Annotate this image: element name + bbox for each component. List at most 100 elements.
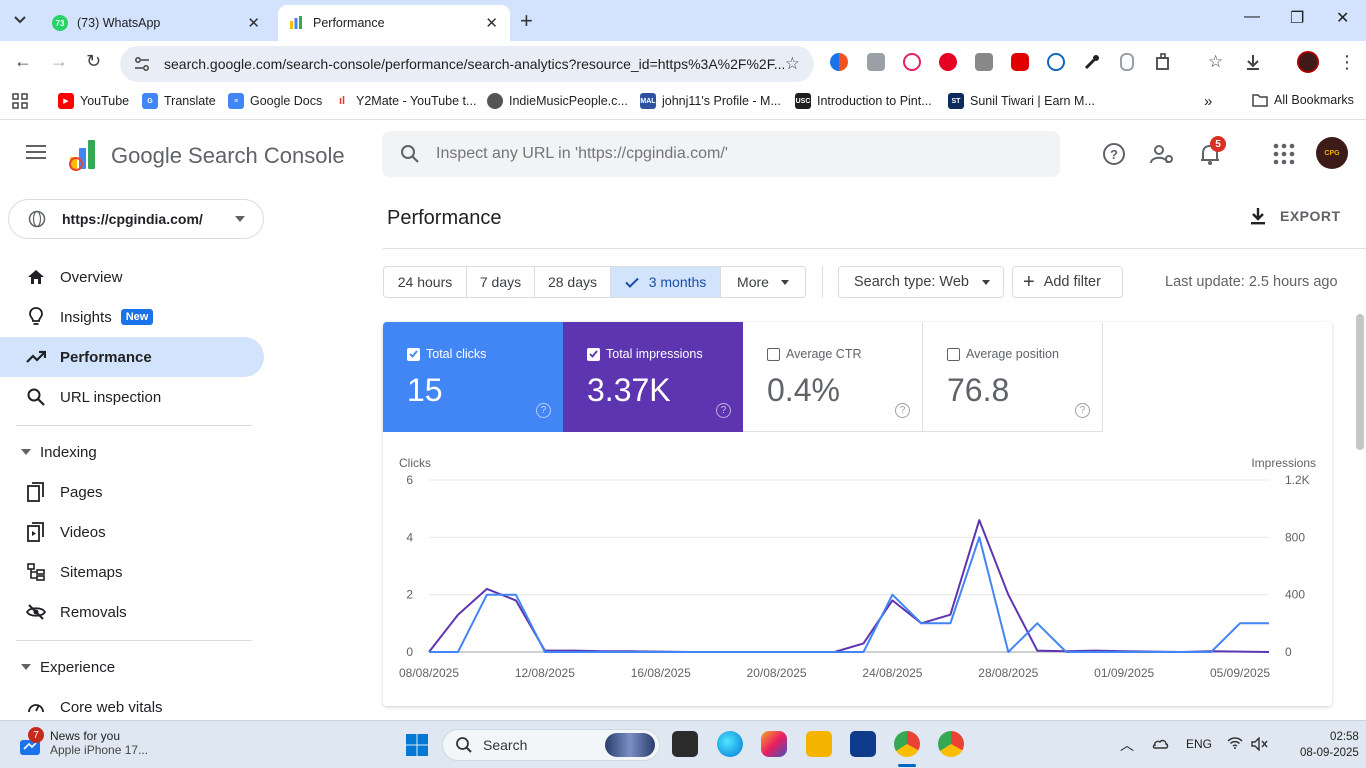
extension-icon[interactable] xyxy=(1120,53,1134,71)
edge-icon[interactable] xyxy=(717,731,743,757)
onedrive-icon[interactable] xyxy=(1151,737,1169,752)
help-icon[interactable]: ? xyxy=(1101,141,1127,167)
help-icon[interactable]: ? xyxy=(895,403,910,418)
back-icon[interactable]: ← xyxy=(14,51,32,72)
close-tab-icon[interactable]: ✕ xyxy=(485,14,498,32)
language-indicator[interactable]: ENG xyxy=(1186,737,1212,751)
add-filter-button[interactable]: + Add filter xyxy=(1012,266,1123,298)
y-tick-right: 800 xyxy=(1285,530,1305,544)
bookmark-intro-pinterest[interactable]: USC Introduction to Pint... xyxy=(795,93,932,109)
tab-performance[interactable]: Performance ✕ xyxy=(278,5,510,41)
close-tab-icon[interactable]: ✕ xyxy=(247,14,260,32)
bookmark-translate[interactable]: G Translate xyxy=(142,93,216,109)
reading-list-icon[interactable]: ☆ xyxy=(1208,53,1226,71)
range-28-days[interactable]: 28 days xyxy=(535,267,611,297)
forward-icon[interactable]: → xyxy=(50,51,68,72)
checkbox-checked-icon[interactable] xyxy=(587,347,600,361)
bookmark-star-icon[interactable]: ☆ xyxy=(785,54,800,74)
more-bookmarks-icon[interactable]: » xyxy=(1204,93,1212,110)
reload-icon[interactable]: ↻ xyxy=(86,51,101,72)
export-button[interactable]: EXPORT xyxy=(1250,207,1341,225)
address-bar[interactable]: search.google.com/search-console/perform… xyxy=(120,46,814,82)
range-24-hours[interactable]: 24 hours xyxy=(384,267,467,297)
nav-url-inspection[interactable]: URL inspection xyxy=(0,377,264,417)
manage-users-icon[interactable] xyxy=(1149,141,1175,167)
clock-extension-icon[interactable] xyxy=(903,53,921,71)
gsc-header: Google Search Console ? xyxy=(0,121,1366,187)
section-indexing[interactable]: Indexing xyxy=(0,437,260,467)
file-explorer-icon[interactable] xyxy=(806,731,832,757)
nav-insights[interactable]: Insights New xyxy=(0,297,264,337)
metric-average-position[interactable]: Average position 76.8 ? xyxy=(923,322,1103,432)
wifi-icon[interactable] xyxy=(1227,737,1243,752)
bookmark-indiemusicpeople[interactable]: IndieMusicPeople.c... xyxy=(487,93,628,109)
apps-grid-icon[interactable] xyxy=(12,93,28,109)
nav-sitemaps[interactable]: Sitemaps xyxy=(0,552,264,592)
hamburger-menu-icon[interactable] xyxy=(26,145,46,161)
kebab-menu-icon[interactable]: ⋮ xyxy=(1338,53,1356,71)
google-apps-icon[interactable] xyxy=(1271,141,1297,167)
metric-total-clicks[interactable]: Total clicks 15 ? xyxy=(383,322,563,432)
bookmark-mal-profile[interactable]: MAL johnj11's Profile - M... xyxy=(640,93,781,109)
download-icon[interactable] xyxy=(1244,53,1262,71)
property-selector[interactable]: https://cpgindia.com/ xyxy=(8,199,264,239)
tab-label: (73) WhatsApp xyxy=(77,16,161,30)
bookmark-sunil-tiwari[interactable]: ST Sunil Tiwari | Earn M... xyxy=(948,93,1095,109)
bookmark-y2mate[interactable]: ıl Y2Mate - YouTube t... xyxy=(334,93,477,109)
account-avatar[interactable]: CPG xyxy=(1316,137,1348,169)
bookmark-google-docs[interactable]: ≡ Google Docs xyxy=(228,93,322,109)
tray-overflow-icon[interactable]: ︿ xyxy=(1120,735,1134,755)
copilot-icon[interactable] xyxy=(761,731,787,757)
minimize-icon[interactable]: — xyxy=(1244,8,1260,26)
copyright-extension-icon[interactable] xyxy=(1047,53,1065,71)
checkbox-checked-icon[interactable] xyxy=(407,347,420,361)
close-window-icon[interactable]: ✕ xyxy=(1336,8,1349,28)
metric-total-impressions[interactable]: Total impressions 3.37K ? xyxy=(563,322,743,432)
help-icon[interactable]: ? xyxy=(536,403,551,418)
metric-average-ctr[interactable]: Average CTR 0.4% ? xyxy=(743,322,923,432)
checkbox-unchecked-icon[interactable] xyxy=(767,347,780,361)
microsoft-store-icon[interactable] xyxy=(850,731,876,757)
nav-performance[interactable]: Performance xyxy=(0,337,264,377)
task-view-icon[interactable] xyxy=(672,731,698,757)
pinterest-icon[interactable] xyxy=(939,53,957,71)
chrome-profile-icon[interactable] xyxy=(938,731,964,757)
range-7-days[interactable]: 7 days xyxy=(467,267,535,297)
tab-search-dropdown-icon[interactable] xyxy=(6,7,34,33)
chrome-icon[interactable] xyxy=(894,731,920,757)
news-widget[interactable]: 7 News for you Apple iPhone 17... xyxy=(18,727,148,759)
extension-icon[interactable] xyxy=(830,53,848,71)
search-type-dropdown[interactable]: Search type: Web xyxy=(838,266,1004,298)
range-3-months[interactable]: 3 months xyxy=(611,267,721,297)
series-line-impressions[interactable] xyxy=(428,519,1270,653)
range-more-dropdown[interactable]: More xyxy=(721,267,805,297)
extension-icon[interactable] xyxy=(975,53,993,71)
inspect-url-input[interactable] xyxy=(436,145,996,163)
taskbar-search[interactable]: Search xyxy=(442,729,660,761)
all-bookmarks[interactable]: All Bookmarks xyxy=(1252,93,1354,107)
search-highlight-image xyxy=(605,733,655,757)
help-icon[interactable]: ? xyxy=(1075,403,1090,418)
section-experience[interactable]: Experience xyxy=(0,652,260,682)
site-info-icon[interactable] xyxy=(134,56,150,72)
shield-extension-icon[interactable] xyxy=(867,53,885,71)
volume-muted-icon[interactable] xyxy=(1251,736,1269,754)
help-icon[interactable]: ? xyxy=(716,403,731,418)
nav-removals[interactable]: Removals xyxy=(0,592,264,632)
nav-pages[interactable]: Pages xyxy=(0,472,264,512)
restore-icon[interactable]: ❐ xyxy=(1290,8,1304,28)
windows-start-icon[interactable] xyxy=(405,733,429,757)
bookmark-youtube[interactable]: ▶ YouTube xyxy=(58,93,129,109)
nav-videos[interactable]: Videos xyxy=(0,512,264,552)
eyedropper-icon[interactable] xyxy=(1083,53,1101,71)
scrollbar-thumb[interactable] xyxy=(1356,314,1364,450)
profile-avatar-icon[interactable] xyxy=(1297,51,1319,73)
url-inspect-bar[interactable] xyxy=(382,131,1060,177)
system-clock[interactable]: 02:58 08-09-2025 xyxy=(1300,729,1359,761)
extensions-puzzle-icon[interactable] xyxy=(1155,53,1173,71)
tab-whatsapp[interactable]: 73 (73) WhatsApp ✕ xyxy=(40,5,272,41)
nav-overview[interactable]: Overview xyxy=(0,257,264,297)
adblock-icon[interactable] xyxy=(1011,53,1029,71)
checkbox-unchecked-icon[interactable] xyxy=(947,347,960,361)
new-tab-icon[interactable]: + xyxy=(520,8,533,34)
